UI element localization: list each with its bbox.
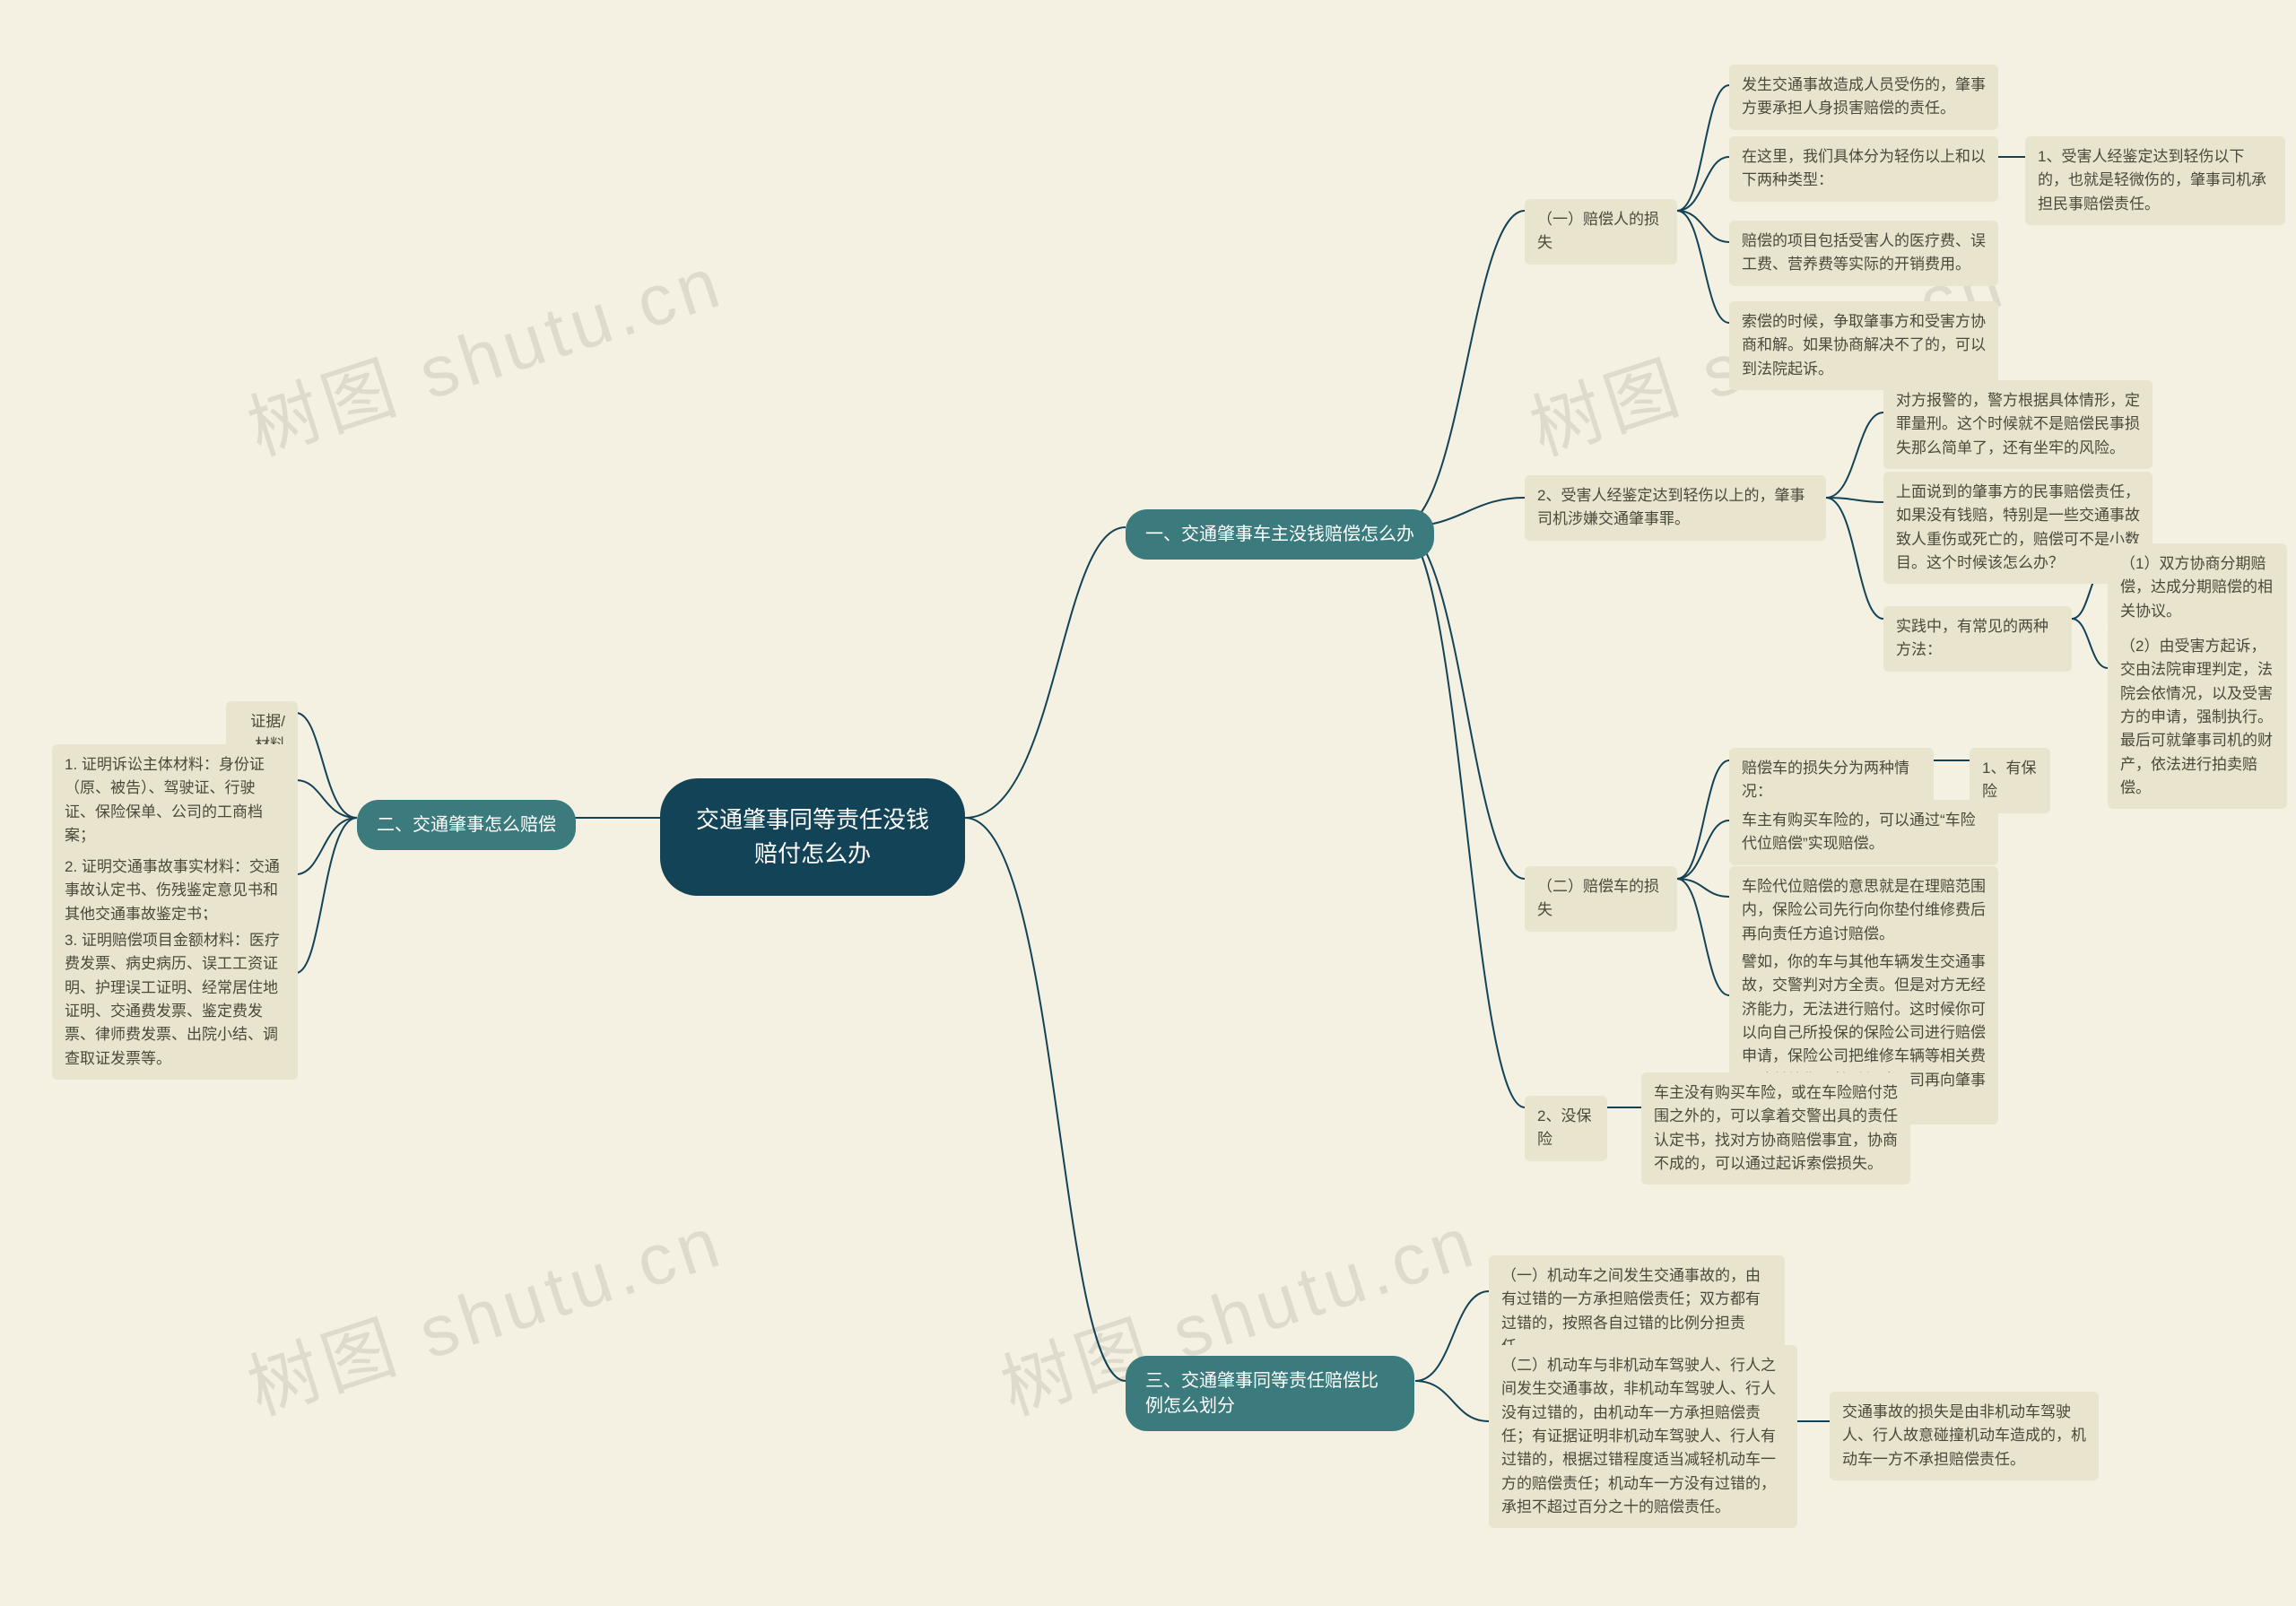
s1-1-a3[interactable]: 赔偿的项目包括受害人的医疗费、误工费、营养费等实际的开销费用。 xyxy=(1729,221,1998,286)
s1-2-a1[interactable]: 对方报警的，警方根据具体情形，定罪量刑。这个时候就不是赔偿民事损失那么简单了，还… xyxy=(1883,380,2152,469)
s1-2-title[interactable]: 2、受害人经鉴定达到轻伤以上的，肇事司机涉嫌交通肇事罪。 xyxy=(1525,475,1826,541)
root-node[interactable]: 交通肇事同等责任没钱赔付怎么办 xyxy=(660,778,965,896)
branch-2[interactable]: 二、交通肇事怎么赔偿 xyxy=(357,800,576,850)
s1-2-a3a[interactable]: （1）双方协商分期赔偿，达成分期赔偿的相关协议。 xyxy=(2108,543,2287,632)
b3-c2[interactable]: （二）机动车与非机动车驾驶人、行人之间发生交通事故，非机动车驾驶人、行人没有过错… xyxy=(1489,1345,1797,1528)
s1-3-title[interactable]: （二）赔偿车的损失 xyxy=(1525,866,1677,932)
s1-4-title[interactable]: 2、没保险 xyxy=(1525,1096,1607,1161)
s1-1-a2[interactable]: 在这里，我们具体分为轻伤以上和以下两种类型： xyxy=(1729,136,1998,202)
s1-1-a4[interactable]: 索偿的时候，争取肇事方和受害方协商和解。如果协商解决不了的，可以到法院起诉。 xyxy=(1729,301,1998,390)
s1-2-a3[interactable]: 实践中，有常见的两种方法： xyxy=(1883,606,2072,672)
branch-1[interactable]: 一、交通肇事车主没钱赔偿怎么办 xyxy=(1126,509,1434,560)
s1-4-a1[interactable]: 车主没有购买车险，或在车险赔付范围之外的，可以拿着交警出具的责任认定书，找对方协… xyxy=(1641,1072,1910,1185)
s1-3-a2[interactable]: 车主有购买车险的，可以通过“车险代位赔偿”实现赔偿。 xyxy=(1729,800,1998,865)
s1-1-a2x[interactable]: 1、受害人经鉴定达到轻伤以下的，也就是轻微伤的，肇事司机承担民事赔偿责任。 xyxy=(2025,136,2285,225)
b3-c3[interactable]: 交通事故的损失是由非机动车驾驶人、行人故意碰撞机动车造成的，机动车一方不承担赔偿… xyxy=(1830,1392,2099,1480)
b2-c3[interactable]: 3. 证明赔偿项目金额材料：医疗费发票、病史病历、误工工资证明、护理误工证明、经… xyxy=(52,920,298,1080)
s1-1-a1[interactable]: 发生交通事故造成人员受伤的，肇事方要承担人身损害赔偿的责任。 xyxy=(1729,65,1998,130)
s1-1-title[interactable]: （一）赔偿人的损失 xyxy=(1525,199,1677,265)
s1-2-a3b[interactable]: （2）由受害方起诉，交由法院审理判定，法院会依情况，以及受害方的申请，强制执行。… xyxy=(2108,626,2287,809)
b2-c1[interactable]: 1. 证明诉讼主体材料：身份证（原、被告）、驾驶证、行驶证、保险保单、公司的工商… xyxy=(52,744,298,856)
branch-3[interactable]: 三、交通肇事同等责任赔偿比例怎么划分 xyxy=(1126,1356,1414,1431)
